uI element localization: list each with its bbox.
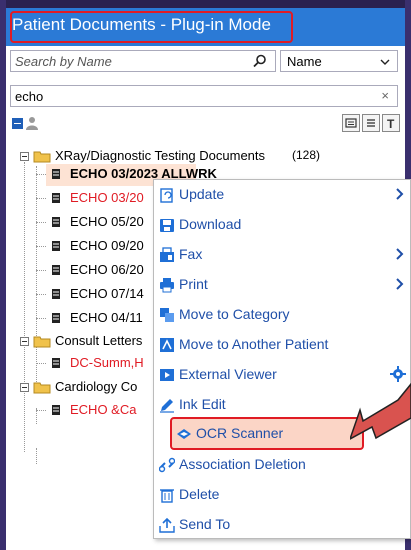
menu-item-fax[interactable]: Fax xyxy=(154,240,410,270)
unlink-icon xyxy=(159,457,175,473)
collapse-all-icon[interactable] xyxy=(12,118,23,129)
collapse-expander-icon[interactable] xyxy=(20,337,29,346)
move-category-icon xyxy=(160,308,174,322)
image-view-icon xyxy=(345,118,357,128)
menu-item-download[interactable]: Download xyxy=(154,210,410,240)
menu-item-ocr-scanner[interactable]: OCR Scanner xyxy=(170,417,364,450)
filter-input[interactable]: echo × xyxy=(10,85,398,107)
document-icon xyxy=(52,358,60,368)
search-icon[interactable] xyxy=(253,54,267,68)
folder-icon xyxy=(33,382,51,394)
tree-line xyxy=(36,198,46,199)
tree-line xyxy=(36,294,46,295)
tree-line xyxy=(36,318,46,319)
menu-item-label: Move to Category xyxy=(179,306,290,322)
tree-item-label: ECHO 03/20 xyxy=(70,190,144,205)
menu-item-label: Download xyxy=(179,216,242,232)
update-icon xyxy=(160,188,173,203)
document-icon xyxy=(52,265,60,275)
menu-item-label: Delete xyxy=(179,486,220,502)
collapse-expander-icon[interactable] xyxy=(20,152,29,161)
ocr-icon xyxy=(177,429,191,439)
tree-item-label: ECHO 06/20 xyxy=(70,262,144,277)
chevron-down-icon xyxy=(380,59,390,65)
tree-item-label: DC-Summ,H xyxy=(70,355,144,370)
menu-item-label: Send To xyxy=(179,516,231,532)
menu-item-move-patient[interactable]: Move to Another Patient xyxy=(154,330,410,360)
menu-item-label: OCR Scanner xyxy=(196,425,284,441)
tree-item-label: ECHO 09/20 xyxy=(70,238,144,253)
list-view-icon xyxy=(367,119,375,127)
clear-filter-icon[interactable]: × xyxy=(381,88,389,103)
pencil-icon xyxy=(160,399,174,413)
menu-item-label: Association Deletion xyxy=(179,456,306,472)
document-icon xyxy=(52,313,60,323)
menu-item-label: External Viewer xyxy=(179,366,277,382)
folder-icon xyxy=(33,336,51,348)
tree-line xyxy=(36,246,46,247)
group-label: Consult Letters xyxy=(55,333,143,348)
menu-item-label: Ink Edit xyxy=(179,396,226,412)
tree-line xyxy=(36,222,46,223)
view-thumbnail-button[interactable] xyxy=(342,114,360,132)
svg-text:T: T xyxy=(387,117,395,131)
menu-item-move-category[interactable]: Move to Category xyxy=(154,300,410,330)
tree-item-label: ECHO 05/20 xyxy=(70,214,144,229)
menu-item-label: Fax xyxy=(179,246,203,262)
group-label: Cardiology Co xyxy=(55,379,138,394)
menu-item-print[interactable]: Print xyxy=(154,270,410,300)
view-text-button[interactable]: T xyxy=(382,114,400,132)
text-view-icon: T xyxy=(387,117,395,131)
search-placeholder: Search by Name xyxy=(15,54,112,69)
tree-line xyxy=(36,448,37,464)
document-icon xyxy=(52,405,60,415)
chevron-right-icon xyxy=(396,248,404,260)
menu-item-send-to[interactable]: Send To xyxy=(154,510,410,540)
sort-select[interactable]: Name xyxy=(280,50,398,72)
menu-item-label: Print xyxy=(179,276,208,292)
collapse-expander-icon[interactable] xyxy=(20,383,29,392)
title-bar: Patient Documents - Plug-in Mode xyxy=(6,8,405,46)
group-count: (128) xyxy=(292,148,321,162)
sort-value: Name xyxy=(287,54,322,69)
search-input[interactable]: Search by Name xyxy=(10,50,276,72)
tree-item-label: ECHO &Ca xyxy=(70,402,137,417)
pointer-arrow-annotation xyxy=(350,382,411,440)
group-label: XRay/Diagnostic Testing Documents xyxy=(55,148,266,163)
folder-icon xyxy=(33,151,51,163)
view-list-button[interactable] xyxy=(362,114,380,132)
download-icon xyxy=(160,219,174,232)
send-icon xyxy=(159,517,175,533)
tree-line xyxy=(24,162,25,452)
document-icon xyxy=(52,193,60,203)
person-icon xyxy=(26,117,38,130)
external-viewer-icon xyxy=(160,369,174,381)
move-patient-icon xyxy=(160,338,174,352)
tree-item-label: ECHO 07/14 xyxy=(70,286,144,301)
tree-line xyxy=(36,270,46,271)
menu-item-label: Move to Another Patient xyxy=(179,336,329,352)
fax-icon xyxy=(160,247,174,262)
document-icon xyxy=(52,169,60,179)
context-menu: Update Download Fax Print Move to Catego… xyxy=(153,179,411,539)
document-icon xyxy=(52,289,60,299)
tree-line xyxy=(36,363,46,364)
filter-value: echo xyxy=(15,89,44,104)
trash-icon xyxy=(160,489,174,503)
tree-line xyxy=(36,410,46,411)
menu-item-delete[interactable]: Delete xyxy=(154,480,410,510)
document-icon xyxy=(52,241,60,251)
menu-item-update[interactable]: Update xyxy=(154,180,410,210)
chevron-right-icon xyxy=(396,188,404,200)
menu-item-label: Update xyxy=(179,186,225,202)
print-icon xyxy=(160,278,174,293)
document-icon xyxy=(52,217,60,227)
tree-line xyxy=(36,174,46,175)
tree-item-label: ECHO 04/11 xyxy=(70,310,143,325)
chevron-right-icon xyxy=(396,278,404,290)
window-title: Patient Documents - Plug-in Mode xyxy=(12,15,271,34)
